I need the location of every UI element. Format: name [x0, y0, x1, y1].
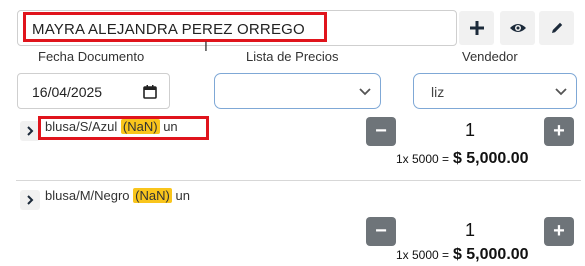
line-calc: 1x 5000 = — [396, 152, 450, 166]
lista-precios-label: Lista de Precios — [246, 49, 339, 64]
edit-customer-button[interactable] — [539, 11, 574, 45]
add-customer-button[interactable] — [459, 11, 494, 45]
plus-icon — [469, 21, 484, 35]
lista-precios-select[interactable] — [214, 73, 381, 109]
vendedor-value: liz — [431, 84, 445, 100]
chevron-right-icon — [27, 195, 34, 205]
line-amount: $ 5,000.00 — [452, 246, 529, 263]
divider — [16, 180, 581, 181]
product-highlight-box — [38, 116, 209, 140]
view-customer-button[interactable] — [500, 11, 535, 45]
chevron-down-icon — [555, 88, 567, 96]
decrease-quantity-button[interactable]: − — [366, 217, 396, 246]
product-label: blusa/M/Negro — [45, 188, 130, 203]
minus-icon: − — [375, 220, 387, 242]
expand-product-button[interactable] — [20, 190, 40, 210]
fecha-documento-value: 16/04/2025 — [32, 84, 103, 100]
line-total: 1x 5000 = $ 5,000.00 — [396, 150, 529, 168]
product-tag: (NaN) — [133, 188, 172, 203]
line-total: 1x 5000 = $ 5,000.00 — [396, 246, 529, 264]
increase-quantity-button[interactable]: + — [544, 117, 574, 146]
increase-quantity-button[interactable]: + — [544, 217, 574, 246]
fecha-documento-input[interactable]: 16/04/2025 — [17, 73, 170, 109]
quantity-input[interactable]: 1 — [400, 120, 540, 141]
vendedor-select[interactable]: liz — [413, 73, 577, 109]
eye-icon — [509, 24, 526, 32]
calendar-icon[interactable] — [143, 85, 157, 99]
vendedor-label: Vendedor — [462, 49, 518, 64]
chevron-right-icon — [27, 126, 34, 136]
expand-product-button[interactable] — [20, 121, 40, 141]
minus-icon: − — [375, 120, 387, 142]
chevron-down-icon — [359, 88, 371, 96]
fecha-documento-label: Fecha Documento — [38, 49, 145, 64]
pencil-icon — [551, 22, 562, 33]
product-unit: un — [175, 188, 190, 203]
customer-highlight-box — [23, 12, 327, 42]
product-name: blusa/M/Negro (NaN) un — [45, 188, 190, 203]
plus-icon: + — [553, 220, 565, 242]
line-amount: $ 5,000.00 — [452, 150, 529, 167]
decrease-quantity-button[interactable]: − — [366, 117, 396, 146]
plus-icon: + — [553, 120, 565, 142]
line-calc: 1x 5000 = — [396, 248, 450, 262]
quantity-input[interactable]: 1 — [400, 220, 540, 241]
text-cursor-icon: I — [204, 38, 208, 54]
